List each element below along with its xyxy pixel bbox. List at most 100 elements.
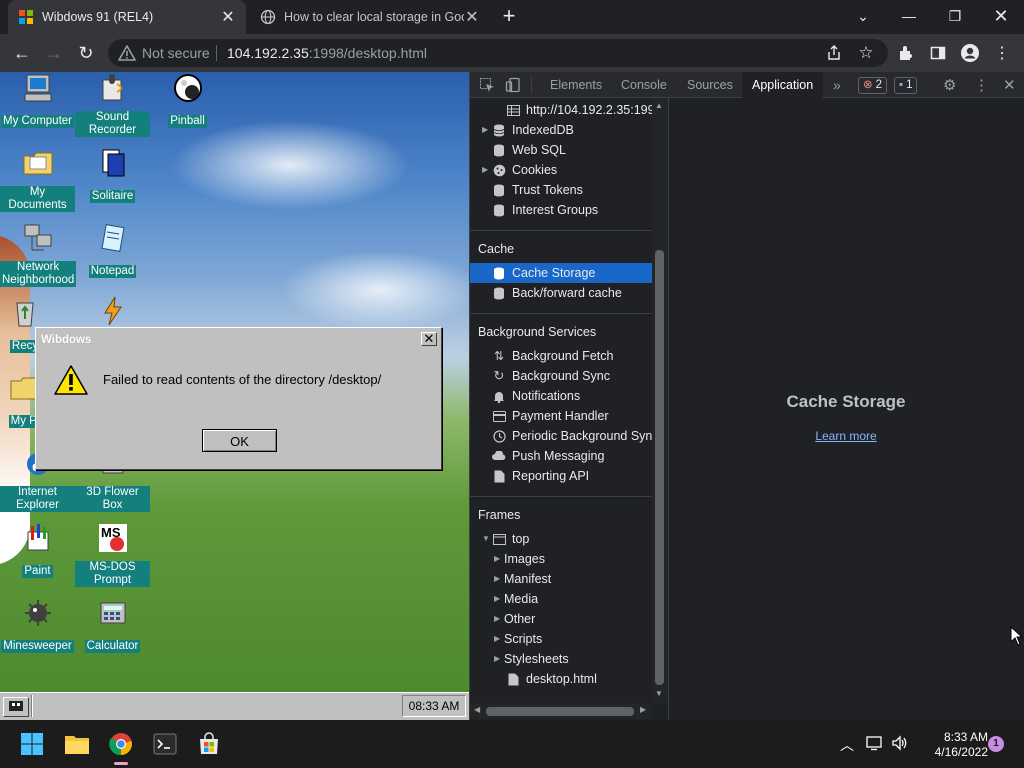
bookmark-star-icon[interactable]: ☆ bbox=[854, 41, 878, 65]
devtools-tab-sources[interactable]: Sources bbox=[677, 72, 743, 98]
desktop-icon-notepad[interactable]: Notepad bbox=[75, 222, 150, 279]
bg-item-background-sync[interactable]: ↻ Background Sync bbox=[492, 366, 610, 386]
desktop-icon-paint[interactable]: Paint bbox=[0, 522, 75, 579]
expand-triangle-icon[interactable]: ▶ bbox=[494, 549, 502, 569]
desktop-icon-calculator[interactable]: Calculator bbox=[75, 597, 150, 654]
frame-child-images[interactable]: ▶ Images bbox=[494, 549, 545, 569]
storage-item-cookies[interactable]: ▶ Cookies bbox=[482, 160, 557, 180]
not-secure-label[interactable]: Not secure bbox=[142, 45, 210, 61]
settings-gear-icon[interactable]: ⚙ bbox=[943, 76, 956, 94]
desktop-icon-pinball[interactable]: Pinball bbox=[150, 72, 225, 129]
network-status-icon[interactable] bbox=[866, 735, 884, 754]
frame-child-stylesheets[interactable]: ▶ Stylesheets bbox=[494, 649, 569, 669]
dialog-titlebar[interactable] bbox=[38, 330, 438, 350]
frame-child-scripts[interactable]: ▶ Scripts bbox=[494, 629, 542, 649]
device-toolbar-icon[interactable] bbox=[505, 76, 521, 94]
bg-item-push-messaging[interactable]: Push Messaging bbox=[492, 446, 604, 466]
learn-more-link[interactable]: Learn more bbox=[668, 429, 1024, 443]
frame-top[interactable]: ▼ top bbox=[482, 529, 529, 549]
extensions-icon[interactable] bbox=[894, 41, 918, 65]
windows-start-icon[interactable] bbox=[16, 728, 48, 760]
frame-child-media[interactable]: ▶ Media bbox=[494, 589, 538, 609]
terminal-icon[interactable] bbox=[149, 728, 181, 760]
cache-item-cache-storage[interactable]: Cache Storage bbox=[492, 263, 595, 283]
expand-triangle-icon[interactable]: ▶ bbox=[494, 609, 502, 629]
bg-item-payment-handler[interactable]: Payment Handler bbox=[492, 406, 609, 426]
bg-item-notifications[interactable]: Notifications bbox=[492, 386, 580, 406]
desktop-icon-my-documents[interactable]: My Documents bbox=[0, 147, 75, 213]
restore-button[interactable]: ❐ bbox=[932, 0, 978, 32]
dialog-close-button[interactable]: ✕ bbox=[421, 332, 437, 346]
expand-triangle-icon[interactable]: ▶ bbox=[482, 120, 490, 140]
devtools-menu-icon[interactable]: ⋮ bbox=[974, 76, 989, 94]
expand-triangle-icon[interactable]: ▶ bbox=[482, 160, 490, 180]
devtools-tab-console[interactable]: Console bbox=[611, 72, 677, 98]
scroll-down-arrow-icon[interactable]: ▼ bbox=[655, 689, 663, 698]
frame-child-other[interactable]: ▶ Other bbox=[494, 609, 535, 629]
share-icon[interactable] bbox=[822, 41, 846, 65]
sidebar-scroll-thumb[interactable] bbox=[655, 250, 664, 685]
back-button[interactable]: ← bbox=[10, 41, 34, 65]
dialog-ok-button[interactable]: OK bbox=[202, 429, 277, 452]
url-text[interactable]: 104.192.2.35:1998/desktop.html bbox=[227, 45, 427, 61]
address-bar[interactable] bbox=[108, 39, 888, 67]
scroll-right-arrow-icon[interactable]: ▶ bbox=[640, 705, 646, 714]
collapse-triangle-icon[interactable]: ▼ bbox=[482, 529, 490, 549]
frame-file-desktop-html[interactable]: desktop.html bbox=[506, 669, 597, 689]
tab-close-icon[interactable]: ✕ bbox=[220, 7, 236, 27]
file-explorer-icon[interactable] bbox=[61, 728, 93, 760]
expand-triangle-icon[interactable]: ▶ bbox=[494, 629, 502, 649]
frame-child-manifest[interactable]: ▶ Manifest bbox=[494, 569, 551, 589]
tray-overflow-chevron-icon[interactable]: ︿ bbox=[840, 735, 854, 755]
start-button[interactable] bbox=[3, 697, 29, 717]
storage-item-interest-groups[interactable]: Interest Groups bbox=[492, 200, 598, 220]
scroll-up-arrow-icon[interactable]: ▲ bbox=[655, 101, 663, 110]
storage-item-trust-tokens[interactable]: Trust Tokens bbox=[492, 180, 583, 200]
cache-item-back-forward-cache[interactable]: Back/forward cache bbox=[492, 283, 622, 303]
warning-icon[interactable] bbox=[118, 44, 136, 62]
bg-item-periodic-background-sync[interactable]: Periodic Background Sync bbox=[492, 426, 659, 446]
desktop-icon-network-neighborhood[interactable]: Network Neighborhood bbox=[0, 222, 77, 288]
side-panel-icon[interactable] bbox=[926, 41, 950, 65]
storage-item-websql[interactable]: Web SQL bbox=[492, 140, 566, 160]
desktop-icon-my-computer[interactable]: My Computer bbox=[0, 72, 75, 129]
more-tabs-chevron-icon[interactable]: » bbox=[833, 76, 841, 94]
tab-close-icon[interactable]: ✕ bbox=[464, 7, 480, 27]
browser-tab-how-to[interactable]: How to clear local storage in Goo ✕ bbox=[250, 0, 490, 34]
browser-menu-icon[interactable]: ⋮ bbox=[990, 41, 1014, 65]
expand-triangle-icon[interactable]: ▶ bbox=[494, 649, 502, 669]
error-dialog: Wibdows ✕ Failed to read contents of the… bbox=[35, 327, 442, 470]
new-tab-button[interactable]: + bbox=[498, 5, 520, 28]
expand-triangle-icon[interactable]: ▶ bbox=[494, 589, 502, 609]
sidebar-hscroll-thumb[interactable] bbox=[486, 707, 634, 716]
inspect-element-icon[interactable] bbox=[479, 76, 495, 94]
devtools-tab-application[interactable]: Application bbox=[742, 72, 824, 98]
devtools-tab-elements[interactable]: Elements bbox=[540, 72, 612, 98]
devtools-close-icon[interactable]: ✕ bbox=[1003, 76, 1016, 94]
errors-badge[interactable]: ⊗ 2 bbox=[858, 76, 888, 94]
bg-item-background-fetch[interactable]: ⇅ Background Fetch bbox=[492, 346, 613, 366]
chrome-icon[interactable] bbox=[105, 728, 137, 760]
storage-origin-item[interactable]: http://104.192.2.35:1998 bbox=[506, 100, 662, 120]
close-window-button[interactable]: ✕ bbox=[978, 0, 1024, 32]
notification-badge[interactable]: 1 bbox=[988, 736, 1004, 752]
tab-search-chevron-icon[interactable]: ⌄ bbox=[840, 0, 886, 32]
profile-avatar-icon[interactable] bbox=[958, 41, 982, 65]
browser-tab-wibdows[interactable]: Wibdows 91 (REL4) ✕ bbox=[8, 0, 246, 34]
os-clock[interactable]: 8:33 AM 4/16/2022 bbox=[918, 730, 988, 760]
expand-triangle-icon[interactable]: ▶ bbox=[494, 569, 502, 589]
reload-button[interactable]: ↻ bbox=[74, 41, 98, 65]
volume-icon[interactable] bbox=[891, 735, 909, 754]
bg-item-reporting-api[interactable]: Reporting API bbox=[492, 466, 589, 486]
forward-button[interactable]: → bbox=[42, 41, 66, 65]
desktop-icon-solitaire[interactable]: Solitaire bbox=[75, 147, 150, 204]
microsoft-store-icon[interactable] bbox=[193, 728, 225, 760]
desktop-icon-sound-recorder[interactable]: Sound Recorder bbox=[75, 72, 150, 138]
scroll-left-arrow-icon[interactable]: ◀ bbox=[474, 705, 480, 714]
storage-item-indexeddb[interactable]: ▶ IndexedDB bbox=[482, 120, 574, 140]
database-icon bbox=[492, 266, 506, 280]
messages-badge[interactable]: ▪ 1 bbox=[894, 76, 918, 94]
minimize-button[interactable]: — bbox=[886, 0, 932, 32]
desktop-icon-ms-dos-prompt[interactable]: MS MS-DOS Prompt bbox=[75, 522, 150, 588]
desktop-icon-minesweeper[interactable]: Minesweeper bbox=[0, 597, 75, 654]
